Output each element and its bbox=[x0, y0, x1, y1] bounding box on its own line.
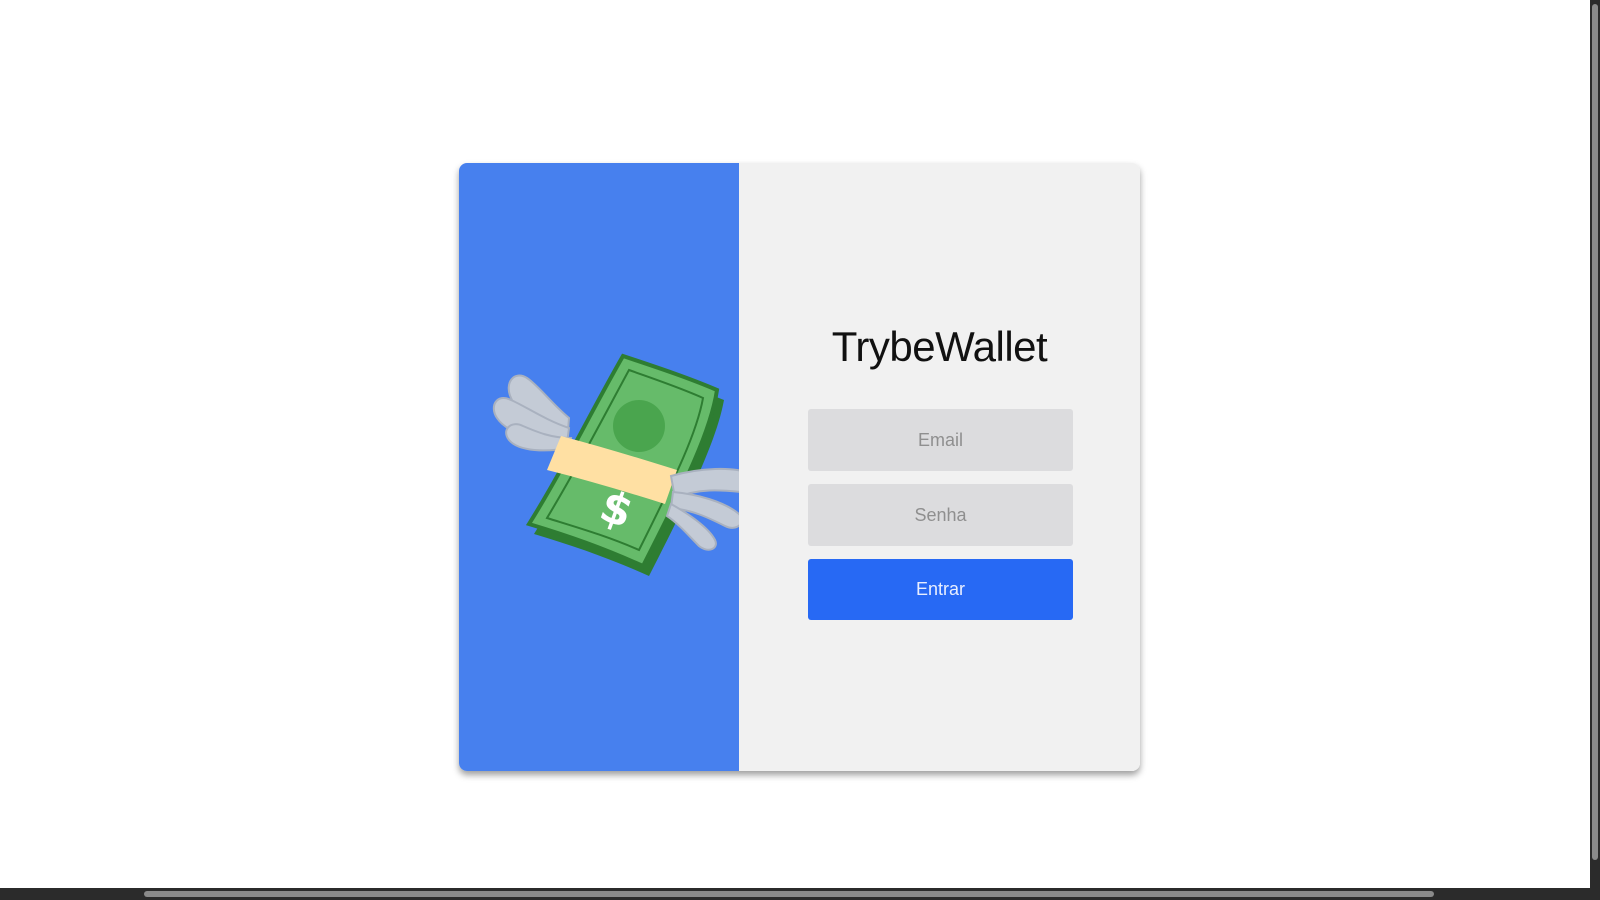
page-viewport: $ TrybeWallet Entrar bbox=[0, 0, 1590, 888]
vertical-scrollbar-thumb[interactable] bbox=[1592, 4, 1598, 860]
money-with-wings-icon: $ bbox=[492, 353, 759, 576]
login-form-panel: TrybeWallet Entrar bbox=[739, 163, 1140, 771]
illustration-panel: $ bbox=[459, 163, 759, 771]
app-title: TrybeWallet bbox=[831, 323, 1048, 370]
login-button[interactable]: Entrar bbox=[808, 559, 1073, 620]
password-input[interactable] bbox=[808, 484, 1073, 546]
email-input[interactable] bbox=[808, 409, 1073, 471]
horizontal-scrollbar-thumb[interactable] bbox=[144, 891, 1434, 897]
vertical-scrollbar[interactable] bbox=[1590, 0, 1600, 900]
login-card: $ TrybeWallet Entrar bbox=[459, 163, 1140, 771]
horizontal-scrollbar[interactable] bbox=[0, 888, 1600, 900]
